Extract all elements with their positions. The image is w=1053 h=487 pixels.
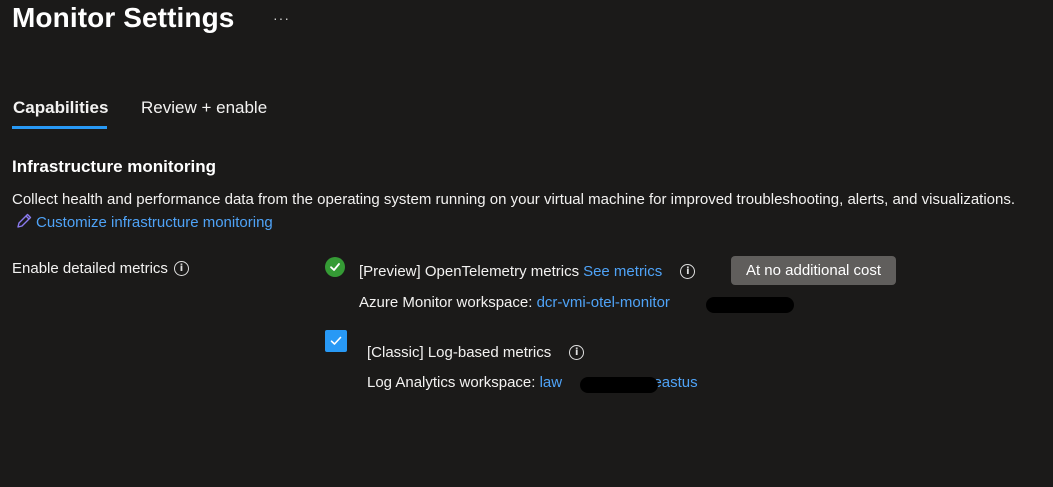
- more-options-icon[interactable]: ···: [273, 10, 290, 26]
- cost-badge: At no additional cost: [731, 256, 896, 285]
- redaction-mark: [580, 377, 658, 393]
- azure-monitor-workspace-link[interactable]: dcr-vmi-otel-monitor: [537, 294, 670, 311]
- azure-monitor-workspace-label: Azure Monitor workspace:: [359, 294, 533, 311]
- classic-metrics-label: [Classic] Log-based metrics: [367, 344, 552, 361]
- page-title: Monitor Settings: [12, 2, 235, 33]
- info-icon[interactable]: i: [173, 261, 189, 276]
- log-analytics-workspace-label: Log Analytics workspace:: [367, 374, 536, 391]
- pencil-icon[interactable]: [15, 212, 33, 237]
- detailed-metrics-label-text: Enable detailed metrics: [12, 260, 168, 277]
- see-metrics-link[interactable]: See metrics: [583, 263, 662, 280]
- info-icon[interactable]: i: [680, 264, 696, 279]
- workspace-prefix: law: [539, 374, 563, 391]
- otel-metrics-row: [Preview] OpenTelemetry metrics See metr…: [359, 263, 696, 280]
- classic-metrics-checkbox[interactable]: [325, 330, 347, 352]
- otel-metrics-label: [Preview] OpenTelemetry metrics: [359, 263, 580, 280]
- classic-metrics-row: [Classic] Log-based metrics i: [367, 344, 585, 361]
- description-text: Collect health and performance data from…: [12, 191, 1016, 208]
- info-icon[interactable]: i: [569, 345, 585, 360]
- enable-detailed-metrics-label: Enable detailed metrics i: [12, 260, 189, 277]
- section-title: Infrastructure monitoring: [12, 157, 217, 176]
- tab-review-enable[interactable]: Review + enable: [141, 98, 267, 118]
- azure-monitor-workspace-row: Azure Monitor workspace: dcr-vmi-otel-mo…: [359, 294, 670, 311]
- success-check-icon: [325, 257, 345, 277]
- redaction-mark: [706, 297, 794, 313]
- section-description: Collect health and performance data from…: [12, 188, 1032, 237]
- customize-monitoring-link[interactable]: Customize infrastructure monitoring: [36, 214, 273, 231]
- active-tab-indicator: [12, 126, 107, 129]
- tab-capabilities[interactable]: Capabilities: [13, 98, 108, 118]
